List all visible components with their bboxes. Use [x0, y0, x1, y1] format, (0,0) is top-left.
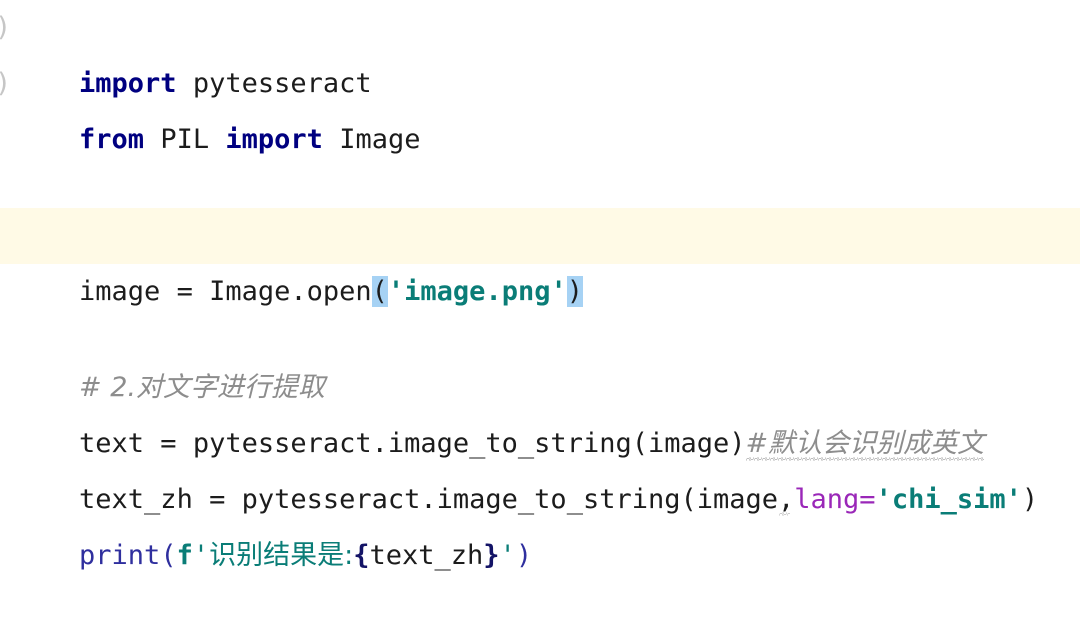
code-line-comment-extract-text[interactable]: # 2.对文字进行提取 — [0, 304, 1080, 403]
fstring-close-brace: } — [483, 540, 500, 571]
code-line-print-result[interactable]: print(f'识别结果是:{text_zh}') — [0, 472, 1080, 571]
fstring-close-quote: ' — [499, 540, 516, 571]
fstring-variable-text-zh: text_zh — [369, 540, 484, 571]
fstring-text: 识别结果是: — [209, 540, 354, 571]
code-fold-stub-icon[interactable]: ) — [0, 56, 7, 112]
close-paren: ) — [515, 540, 533, 571]
blank-line[interactable] — [0, 264, 1080, 304]
code-line-text-image-to-string[interactable]: text = pytesseract.image_to_string(image… — [0, 360, 1080, 461]
code-line-import-pytesseract[interactable]: )import pytesseract — [0, 0, 1080, 99]
code-line-image-open[interactable]: image = Image.open('image.png') — [0, 208, 1080, 307]
builtin-print: print — [79, 540, 161, 571]
code-line-comment-open-image[interactable]: # 1.打开图片（生成一个图片对象） — [0, 152, 1080, 251]
open-paren: ( — [160, 540, 177, 571]
code-editor[interactable]: )import pytesseract )from PIL import Ima… — [0, 0, 1080, 571]
fstring-prefix: f — [176, 540, 193, 571]
code-line-text-zh-image-to-string[interactable]: text_zh = pytesseract.image_to_string(im… — [0, 416, 1080, 516]
fstring-open-brace: { — [353, 540, 370, 571]
code-line-from-pil-import-image[interactable]: )from PIL import Image — [0, 56, 1080, 155]
fstring-open-quote: ' — [192, 540, 210, 571]
code-fold-stub-icon[interactable]: ) — [0, 0, 7, 56]
blank-line[interactable] — [0, 112, 1080, 152]
